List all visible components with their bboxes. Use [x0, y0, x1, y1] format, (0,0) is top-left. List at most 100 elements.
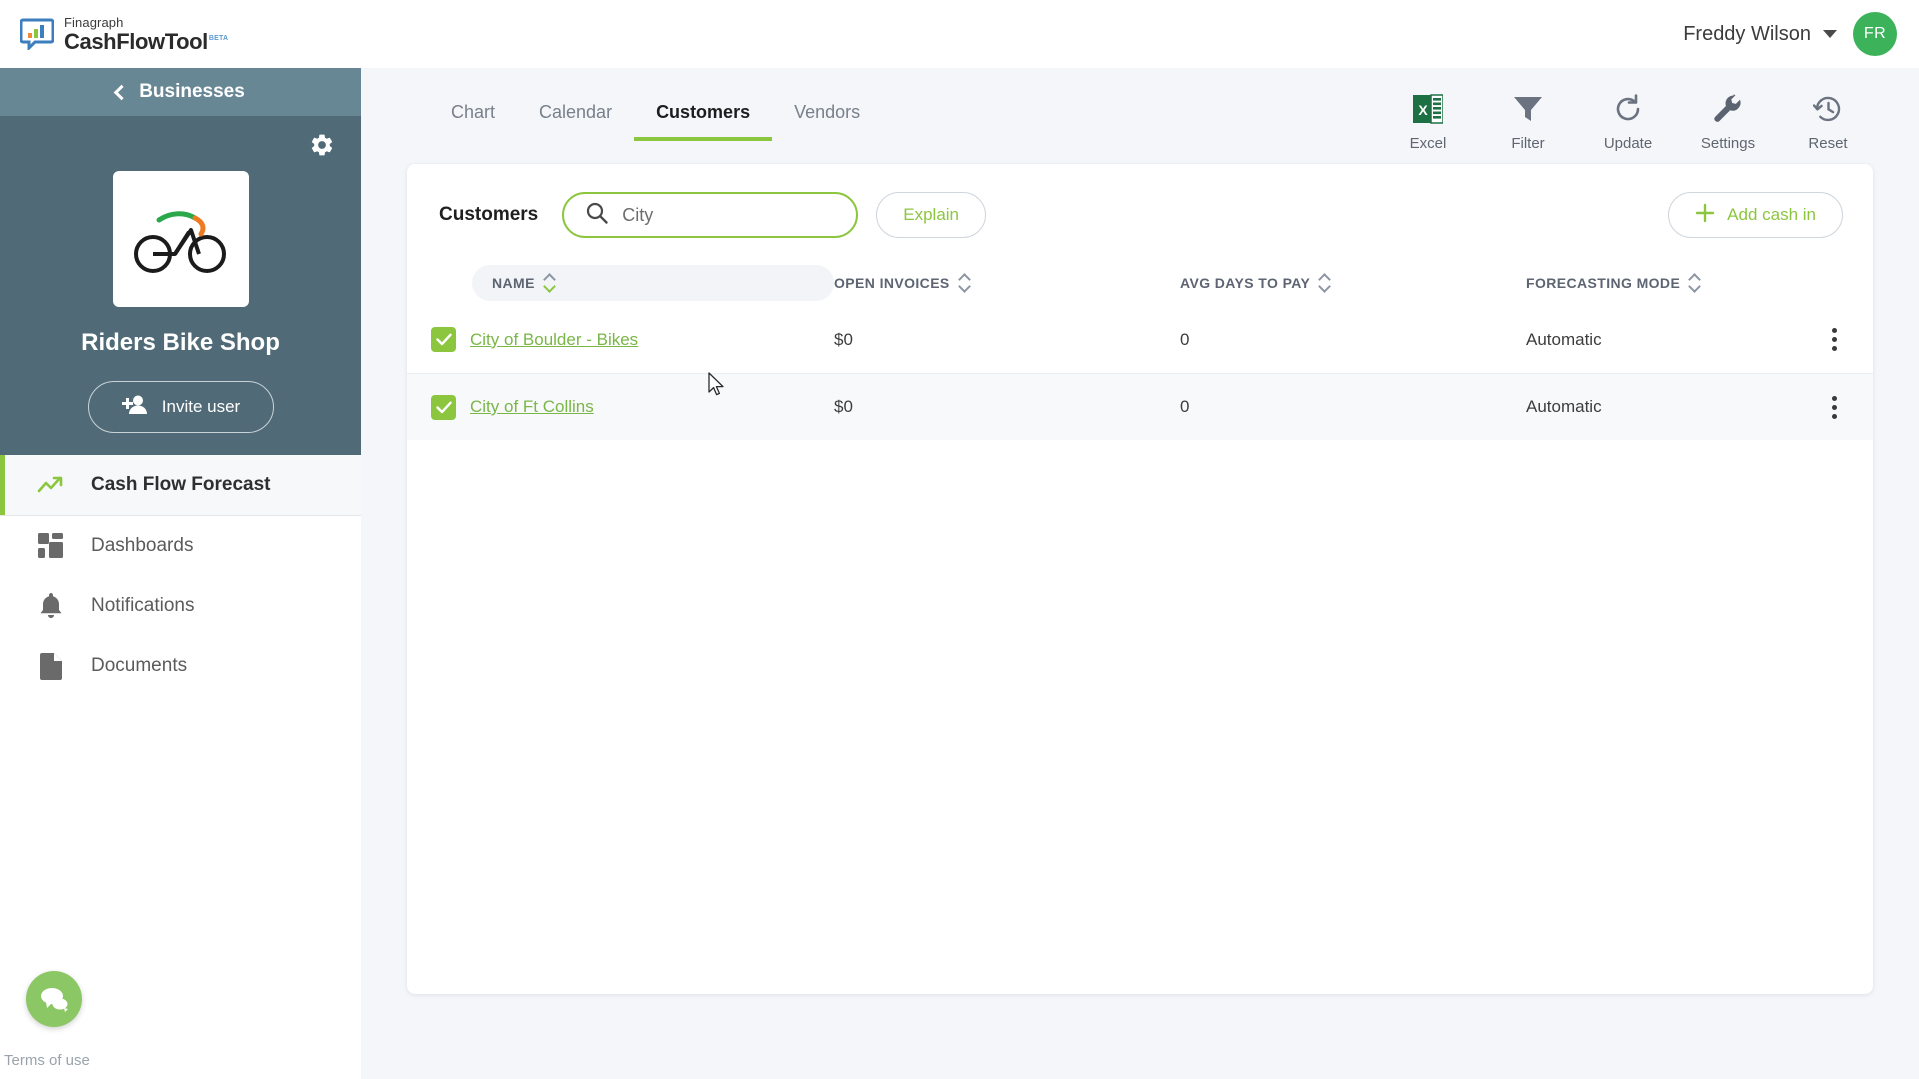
row-checkbox[interactable] — [431, 327, 456, 352]
businesses-label: Businesses — [139, 81, 245, 102]
avatar[interactable]: FR — [1853, 12, 1897, 56]
customers-card: Customers City Explain Add cash in NAME … — [407, 164, 1873, 994]
brand-bottom-line: CashFlowTool BETA — [64, 30, 229, 53]
chevron-down-icon[interactable] — [542, 280, 556, 293]
row-name-cell: City of Boulder - Bikes — [456, 330, 834, 350]
customers-table: NAME OPEN INVOICES AVG DAYS TO PAY FOREC… — [407, 260, 1873, 440]
sidebar-item-cash-flow-forecast[interactable]: Cash Flow Forecast — [0, 455, 361, 515]
row-open-invoices: $0 — [834, 397, 853, 416]
kebab-menu-icon[interactable] — [1826, 390, 1843, 425]
sort-arrows[interactable] — [542, 273, 556, 293]
column-header-name[interactable]: NAME — [472, 265, 834, 301]
brand-text: Finagraph CashFlowTool BETA — [64, 16, 228, 53]
add-cash-in-button[interactable]: Add cash in — [1668, 192, 1843, 238]
row-checkbox[interactable] — [431, 394, 456, 420]
tab-calendar[interactable]: Calendar — [517, 86, 634, 141]
header-cell-forecasting-mode: FORECASTING MODE — [1526, 273, 1826, 293]
business-panel: Riders Bike Shop Invite user — [0, 116, 361, 455]
sidebar-item-notifications[interactable]: Notifications — [0, 576, 361, 636]
header-cell-name-wrap: NAME — [456, 265, 834, 301]
sidebar-item-label: Cash Flow Forecast — [91, 474, 271, 495]
chevron-down-icon[interactable] — [1823, 30, 1837, 38]
sort-arrows[interactable] — [1688, 273, 1702, 293]
header-cell-open-invoices: OPEN INVOICES — [834, 273, 1180, 293]
table-row[interactable]: City of Boulder - Bikes $0 0 Automatic — [407, 306, 1873, 373]
invite-user-label: Invite user — [161, 397, 241, 416]
businesses-back-button[interactable]: Businesses — [0, 68, 361, 116]
column-header-label: NAME — [492, 275, 535, 291]
chevron-up-icon[interactable] — [1688, 273, 1702, 286]
sort-arrows[interactable] — [957, 273, 971, 293]
row-open-invoices: $0 — [834, 329, 853, 349]
column-header-avg-days-to-pay[interactable]: AVG DAYS TO PAY — [1180, 273, 1526, 293]
reset-button[interactable]: Reset — [1791, 92, 1865, 152]
excel-icon: X — [1413, 92, 1443, 126]
search-input[interactable]: City — [562, 192, 859, 238]
search-icon — [586, 202, 608, 229]
invite-user-button[interactable]: Invite user — [87, 381, 274, 433]
business-logo-card — [112, 171, 249, 307]
chevron-left-icon — [113, 84, 130, 100]
header-cell-avg-days: AVG DAYS TO PAY — [1180, 273, 1526, 293]
terms-of-use-link[interactable]: Terms of use — [4, 1052, 90, 1069]
sidebar: Businesses Riders Bike Shop Invite user … — [0, 68, 361, 1079]
tab-chart[interactable]: Chart — [429, 86, 517, 141]
column-header-label: FORECASTING MODE — [1526, 275, 1681, 291]
column-header-label: OPEN INVOICES — [834, 275, 950, 291]
chevron-down-icon[interactable] — [1318, 280, 1332, 293]
kebab-menu-icon[interactable] — [1826, 322, 1843, 357]
sort-arrows[interactable] — [1318, 273, 1332, 293]
sidebar-item-documents[interactable]: Documents — [0, 636, 361, 696]
chevron-up-icon[interactable] — [1318, 273, 1332, 286]
row-forecasting-mode: Automatic — [1526, 397, 1602, 416]
customer-name-link[interactable]: City of Ft Collins — [470, 397, 594, 416]
bell-icon — [37, 592, 65, 620]
tab-vendors[interactable]: Vendors — [772, 86, 882, 141]
sidebar-item-dashboards[interactable]: Dashboards — [0, 516, 361, 576]
chat-bubbles-icon[interactable] — [26, 971, 82, 1027]
app-root: Finagraph CashFlowTool BETA Freddy Wilso… — [0, 0, 1919, 1079]
tool-label: Settings — [1700, 135, 1756, 152]
row-forecasting-mode: Automatic — [1526, 329, 1602, 349]
excel-button[interactable]: X Excel — [1391, 92, 1465, 152]
main-content: Chart Calendar Customers Vendors X Excel… — [361, 68, 1919, 1079]
wrench-icon — [1713, 92, 1743, 126]
chevron-down-icon[interactable] — [957, 280, 971, 293]
gear-icon[interactable] — [309, 132, 335, 158]
panel-title: Customers — [439, 204, 539, 225]
tool-label: Reset — [1808, 135, 1848, 152]
row-avg-days-to-pay: 0 — [1180, 397, 1190, 416]
customer-name-link[interactable]: City of Boulder - Bikes — [470, 330, 638, 349]
settings-button[interactable]: Settings — [1691, 92, 1765, 152]
column-header-forecasting-mode[interactable]: FORECASTING MODE — [1526, 273, 1826, 293]
brand-top-line: Finagraph — [64, 14, 124, 30]
tool-label: Excel — [1409, 135, 1447, 152]
svg-text:X: X — [1418, 102, 1428, 118]
user-menu[interactable]: Freddy Wilson FR — [1683, 12, 1897, 56]
explain-button[interactable]: Explain — [876, 192, 987, 238]
update-button[interactable]: Update — [1591, 92, 1665, 152]
action-toolbar: X Excel Filter Update Settings Reset — [1391, 86, 1873, 152]
chart-bubble-icon — [19, 18, 55, 52]
filter-button[interactable]: Filter — [1491, 92, 1565, 152]
user-name-label: Freddy Wilson — [1683, 22, 1811, 45]
trending-up-icon — [37, 471, 65, 499]
app-logo[interactable]: Finagraph CashFlowTool BETA — [19, 16, 228, 53]
funnel-icon — [1513, 92, 1543, 126]
card-header: Customers City Explain Add cash in — [407, 164, 1873, 238]
search-input-value: City — [622, 204, 654, 225]
table-row[interactable]: City of Ft Collins $0 0 Automatic — [407, 373, 1873, 440]
brand-superscript: BETA — [208, 34, 229, 42]
business-name: Riders Bike Shop — [81, 329, 280, 356]
column-header-open-invoices[interactable]: OPEN INVOICES — [834, 273, 1180, 293]
history-clock-icon — [1812, 92, 1844, 126]
tab-customers[interactable]: Customers — [634, 86, 773, 141]
tool-label: Filter — [1511, 135, 1545, 152]
sidebar-nav: Cash Flow Forecast Dashboards Notificati… — [0, 455, 361, 696]
body: Businesses Riders Bike Shop Invite user … — [0, 68, 1919, 1079]
chevron-down-icon[interactable] — [1688, 280, 1702, 293]
document-icon — [37, 652, 65, 680]
row-checkbox-cell — [431, 394, 456, 420]
sidebar-item-label: Dashboards — [91, 535, 194, 556]
sidebar-item-label: Notifications — [91, 595, 195, 616]
